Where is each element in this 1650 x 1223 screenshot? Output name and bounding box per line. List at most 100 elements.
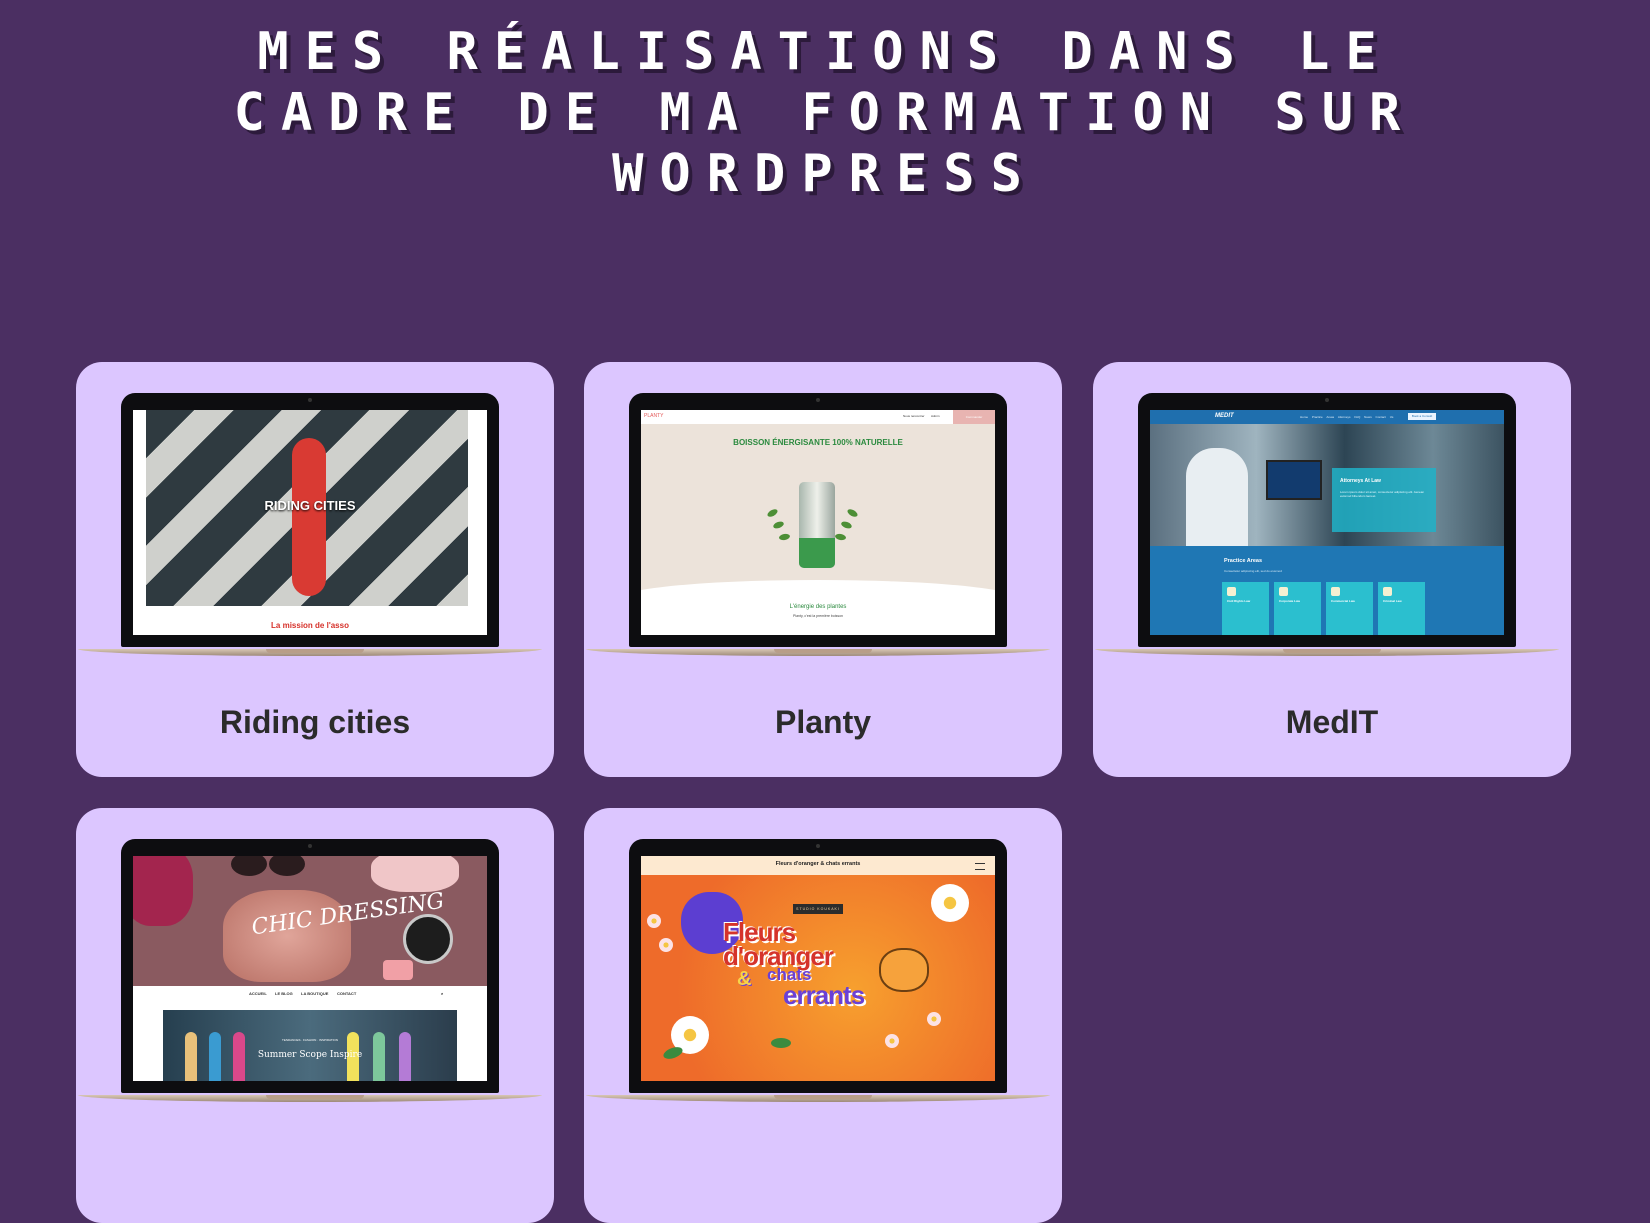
practice-icon xyxy=(1383,587,1392,596)
project-title[interactable]: MedIT xyxy=(1093,704,1571,741)
hero-box-text: Lorem ipsum dolor sit amet, consectetur … xyxy=(1340,490,1425,498)
lab-photo: Attorneys At Law Lorem ipsum dolor sit a… xyxy=(1150,424,1504,546)
blush-image xyxy=(383,960,413,980)
practice-tile-title: Criminal Law xyxy=(1383,599,1402,603)
laptop-mockup: PLANTY Nous rencontrer Admin Commander B… xyxy=(584,362,1062,662)
accessories-photo: CHIC DRESSING xyxy=(133,856,487,986)
screen-subtitle: L'énergie des plantes xyxy=(789,604,847,610)
laptop-lid: Fleurs d'oranger & chats errants STUDIO … xyxy=(629,839,1007,1093)
project-title[interactable]: Planty xyxy=(584,704,1062,741)
screen-text: Planty, c'est la première boisson xyxy=(792,614,843,618)
menu-icon xyxy=(975,863,985,870)
practice-tile: Criminal Law xyxy=(1378,582,1425,635)
monitor-image xyxy=(1266,460,1322,500)
laptop-lid: RIDING CITIES La mission de l'asso xyxy=(121,393,499,647)
practice-tile-title: Civil Rights Law xyxy=(1227,599,1251,603)
can-label xyxy=(799,538,835,568)
flower-icon xyxy=(647,914,661,928)
hero-title-line: errants xyxy=(783,980,865,1010)
drink-can-image xyxy=(799,482,835,568)
laptop-notch xyxy=(774,649,872,653)
fabric-image xyxy=(133,856,193,926)
project-screenshot: RIDING CITIES La mission de l'asso xyxy=(133,410,487,635)
camera-icon xyxy=(816,398,820,402)
sunglasses-image xyxy=(231,856,267,876)
project-card-riding-cities[interactable]: RIDING CITIES La mission de l'asso Ridin… xyxy=(76,362,554,777)
laptop-lid: CHIC DRESSING ACCUEIL LE BLOG LA BOUTIQU… xyxy=(121,839,499,1093)
search-icon: ⌕ xyxy=(441,991,444,996)
screen-nav-link: Nous rencontrer xyxy=(903,414,925,418)
screen-nav-title: Fleurs d'oranger & chats errants xyxy=(775,861,861,867)
screen-nav-link: LA BOUTIQUE xyxy=(301,991,329,996)
section-title: Practice Areas xyxy=(1224,558,1263,564)
screen-nav: ACCUEIL LE BLOG LA BOUTIQUE CONTACT ⌕ xyxy=(133,986,487,1002)
practice-tile: Corporate Law xyxy=(1274,582,1321,635)
project-card-medit[interactable]: Attorneys At Law Lorem ipsum dolor sit a… xyxy=(1093,362,1571,777)
project-screenshot: CHIC DRESSING ACCUEIL LE BLOG LA BOUTIQU… xyxy=(133,856,487,1081)
screen-nav-links: Home Practice Areas Attorneys FAQ News C… xyxy=(1300,415,1394,419)
laptop-lid: PLANTY Nous rencontrer Admin Commander B… xyxy=(629,393,1007,647)
practice-icon xyxy=(1227,587,1236,596)
project-card-chic-dressing[interactable]: CHIC DRESSING ACCUEIL LE BLOG LA BOUTIQU… xyxy=(76,808,554,1223)
scientist-figure xyxy=(1186,448,1248,546)
camera-icon xyxy=(308,398,312,402)
project-card-planty[interactable]: PLANTY Nous rencontrer Admin Commander B… xyxy=(584,362,1062,777)
screen-nav-link: ACCUEIL xyxy=(249,991,267,996)
laptop-notch xyxy=(266,1095,364,1099)
sunglasses-image xyxy=(269,856,305,876)
screen-nav: Fleurs d'oranger & chats errants xyxy=(641,856,995,875)
laptop-notch xyxy=(1283,649,1381,653)
screen-nav: MEDIT Home Practice Areas Attorneys FAQ … xyxy=(1150,410,1504,424)
screen-hero-text: RIDING CITIES xyxy=(264,498,356,513)
banner-title: Summer Scope Inspire xyxy=(257,1050,363,1060)
screen-cta: Book a Consult xyxy=(1408,413,1436,420)
camera-icon xyxy=(816,844,820,848)
screen-logo: MEDIT xyxy=(1215,413,1234,419)
hero-ampersand: & xyxy=(737,968,752,990)
hero-title-line: Fleurs d'oranger xyxy=(723,917,834,971)
screen-nav: PLANTY Nous rencontrer Admin Commander xyxy=(641,410,995,424)
project-screenshot: PLANTY Nous rencontrer Admin Commander B… xyxy=(641,410,995,635)
flower-icon xyxy=(659,938,673,952)
practice-tile: Civil Rights Law xyxy=(1222,582,1269,635)
practice-icon xyxy=(1279,587,1288,596)
studio-badge: STUDIO KOUKAKI xyxy=(793,904,843,914)
screen-nav-link: CONTACT xyxy=(337,991,357,996)
fashion-banner xyxy=(163,1010,457,1081)
project-card-fleurs-oranger[interactable]: Fleurs d'oranger & chats errants STUDIO … xyxy=(584,808,1062,1223)
practice-tile-title: Corporate Law xyxy=(1279,599,1301,603)
page-title: Mes réalisations dans le cadre de ma for… xyxy=(233,22,1417,204)
screen-hero-text: BOISSON ÉNERGISANTE 100% NATURELLE xyxy=(733,438,903,447)
laptop-lid: Attorneys At Law Lorem ipsum dolor sit a… xyxy=(1138,393,1516,647)
shoe-image xyxy=(371,856,459,892)
section-subtitle: Consectetur adipiscing elit, sed do eius… xyxy=(1224,569,1282,573)
practice-tile: Commercial Law xyxy=(1326,582,1373,635)
screen-nav-link: Admin xyxy=(931,414,940,418)
leaf-icon xyxy=(771,1038,791,1048)
laptop-mockup: CHIC DRESSING ACCUEIL LE BLOG LA BOUTIQU… xyxy=(76,808,554,1108)
screen-nav-link: LE BLOG xyxy=(275,991,293,996)
compact-mirror-image xyxy=(403,914,453,964)
project-title[interactable]: Riding cities xyxy=(76,704,554,741)
screen-cta: Commander xyxy=(953,410,995,424)
orange-cat-image xyxy=(879,948,929,992)
practice-icon xyxy=(1331,587,1340,596)
hero-box: Attorneys At Law Lorem ipsum dolor sit a… xyxy=(1332,468,1436,532)
project-screenshot: Attorneys At Law Lorem ipsum dolor sit a… xyxy=(1150,410,1504,635)
flower-icon xyxy=(927,1012,941,1026)
laptop-mockup: Attorneys At Law Lorem ipsum dolor sit a… xyxy=(1093,362,1571,662)
banner-kicker: TENDANCES · FASHION · INSPIRATION xyxy=(282,1038,338,1042)
screen-logo: PLANTY xyxy=(644,413,664,419)
practice-tile-title: Commercial Law xyxy=(1331,599,1355,603)
laptop-mockup: RIDING CITIES La mission de l'asso xyxy=(76,362,554,662)
laptop-notch xyxy=(774,1095,872,1099)
laptop-notch xyxy=(266,649,364,653)
flower-icon xyxy=(885,1034,899,1048)
camera-icon xyxy=(1325,398,1329,402)
camera-icon xyxy=(308,844,312,848)
screen-subtitle: La mission de l'asso xyxy=(271,621,349,630)
hero-box-title: Attorneys At Law xyxy=(1340,478,1381,484)
laptop-mockup: Fleurs d'oranger & chats errants STUDIO … xyxy=(584,808,1062,1108)
project-screenshot: Fleurs d'oranger & chats errants STUDIO … xyxy=(641,856,995,1081)
flower-icon xyxy=(931,884,969,922)
